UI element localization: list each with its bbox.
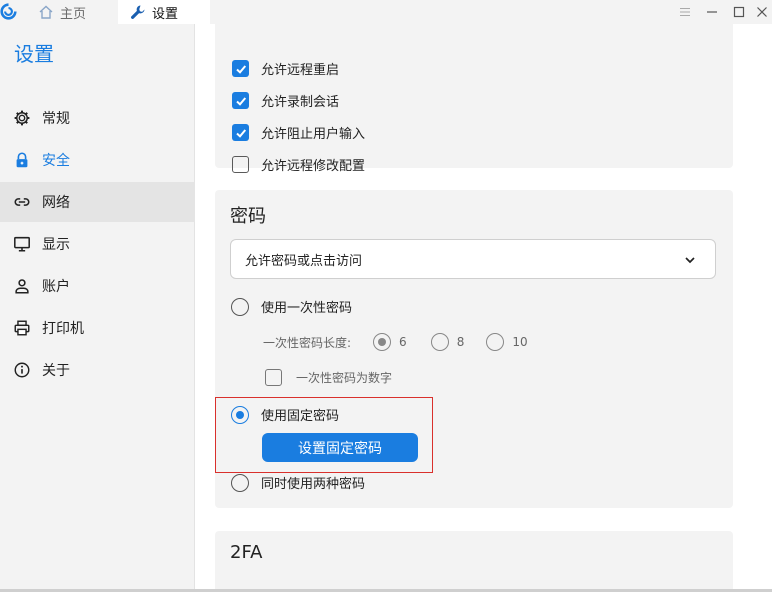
- sidebar-item-account[interactable]: 账户: [0, 266, 195, 306]
- otp-numeric-option[interactable]: 一次性密码为数字: [265, 369, 392, 386]
- printer-icon: [14, 320, 30, 336]
- checkbox-label: 允许远程重启: [261, 63, 340, 78]
- sidebar: 设置 常规 安全 网络 显示 账户 打印机 关于: [0, 24, 195, 592]
- checkbox-checked[interactable]: [232, 124, 249, 141]
- radio-unselected[interactable]: [231, 473, 249, 492]
- checkbox-checked[interactable]: [232, 92, 249, 109]
- tab-settings-label: 设置: [152, 6, 179, 22]
- link-icon: [14, 198, 30, 206]
- checkbox-label: 一次性密码为数字: [296, 371, 393, 385]
- tab-home[interactable]: 主页: [24, 0, 118, 24]
- checkmark-icon: [235, 96, 246, 106]
- radio-fixed-password[interactable]: 使用固定密码: [231, 405, 339, 424]
- otp-length-radio-6[interactable]: [373, 333, 392, 351]
- sidebar-item-label: 常规: [42, 111, 70, 127]
- sidebar-item-label: 关于: [42, 363, 70, 379]
- close-button[interactable]: [747, 0, 772, 24]
- permissions-card: 允许远程重启 允许录制会话 允许阻止用户输入 允许远程修改配置: [215, 24, 733, 174]
- sidebar-item-label: 打印机: [42, 321, 84, 337]
- otp-length-option: 10: [512, 335, 528, 349]
- checkbox-label: 允许远程修改配置: [261, 159, 366, 174]
- checkbox-label: 允许阻止用户输入: [261, 127, 366, 142]
- home-icon: [39, 5, 53, 19]
- app-logo-icon: [0, 3, 17, 20]
- gear-icon: [14, 110, 30, 126]
- sidebar-item-general[interactable]: 常规: [0, 98, 195, 138]
- minimize-button[interactable]: [697, 0, 727, 24]
- wrench-icon: [131, 5, 145, 19]
- otp-length-option: 8: [456, 335, 465, 349]
- permission-record-session[interactable]: 允许录制会话: [232, 91, 339, 110]
- sidebar-item-about[interactable]: 关于: [0, 350, 195, 390]
- twofa-section-title: 2FA: [230, 542, 263, 563]
- checkmark-icon: [235, 64, 246, 74]
- permission-remote-config[interactable]: 允许远程修改配置: [232, 155, 365, 174]
- user-icon: [15, 279, 29, 294]
- monitor-icon: [14, 236, 30, 252]
- sidebar-item-label: 网络: [42, 195, 70, 211]
- radio-unselected[interactable]: [231, 297, 249, 316]
- radio-label: 使用一次性密码: [261, 301, 353, 316]
- sidebar-title: 设置: [14, 42, 54, 66]
- close-icon: [757, 7, 767, 17]
- radio-both-passwords[interactable]: 同时使用两种密码: [231, 473, 365, 492]
- hamburger-icon: [680, 8, 690, 16]
- otp-length-label: 一次性密码长度:: [263, 335, 352, 350]
- sidebar-item-label: 账户: [42, 279, 70, 295]
- menu-button[interactable]: [670, 0, 700, 24]
- set-fixed-password-button[interactable]: 设置固定密码: [262, 433, 418, 462]
- otp-length-row: 一次性密码长度: 6 8 10: [263, 333, 528, 351]
- sidebar-item-printer[interactable]: 打印机: [0, 308, 195, 348]
- sidebar-item-security[interactable]: 安全: [0, 140, 195, 180]
- checkbox-checked[interactable]: [232, 60, 249, 77]
- otp-length-radio-8[interactable]: [430, 333, 449, 351]
- twofa-card: 2FA: [215, 531, 733, 592]
- checkmark-icon: [235, 128, 246, 138]
- password-card: 密码 允许密码或点击访问 使用一次性密码 一次性密码长度: 6 8 10 一次性…: [215, 190, 733, 508]
- otp-length-option: 6: [399, 335, 407, 349]
- title-bar: 主页 设置: [0, 0, 772, 24]
- checkbox-unchecked[interactable]: [232, 156, 249, 173]
- sidebar-item-display[interactable]: 显示: [0, 224, 195, 264]
- radio-label: 使用固定密码: [261, 409, 340, 424]
- info-icon: [14, 362, 30, 378]
- settings-content: 允许远程重启 允许录制会话 允许阻止用户输入 允许远程修改配置 密码 允许密码或…: [196, 24, 772, 592]
- lock-icon: [16, 152, 28, 168]
- radio-label: 同时使用两种密码: [261, 477, 366, 492]
- chevron-down-icon: [685, 257, 695, 264]
- radio-one-time-password[interactable]: 使用一次性密码: [231, 297, 352, 316]
- checkbox-label: 允许录制会话: [261, 95, 340, 110]
- tab-settings[interactable]: 设置: [118, 0, 210, 24]
- otp-length-radio-10[interactable]: [486, 333, 505, 351]
- maximize-icon: [733, 6, 745, 18]
- sidebar-item-label: 安全: [42, 153, 70, 169]
- permission-block-input[interactable]: 允许阻止用户输入: [232, 123, 365, 142]
- tab-home-label: 主页: [60, 6, 87, 22]
- radio-selected[interactable]: [231, 405, 249, 424]
- password-section-title: 密码: [230, 206, 266, 227]
- sidebar-item-network[interactable]: 网络: [0, 182, 195, 222]
- access-mode-dropdown[interactable]: 允许密码或点击访问: [230, 239, 716, 279]
- permission-remote-restart[interactable]: 允许远程重启: [232, 59, 339, 78]
- checkbox-unchecked[interactable]: [265, 369, 282, 386]
- access-mode-value: 允许密码或点击访问: [245, 253, 363, 269]
- minimize-icon: [707, 11, 717, 13]
- sidebar-item-label: 显示: [42, 237, 70, 253]
